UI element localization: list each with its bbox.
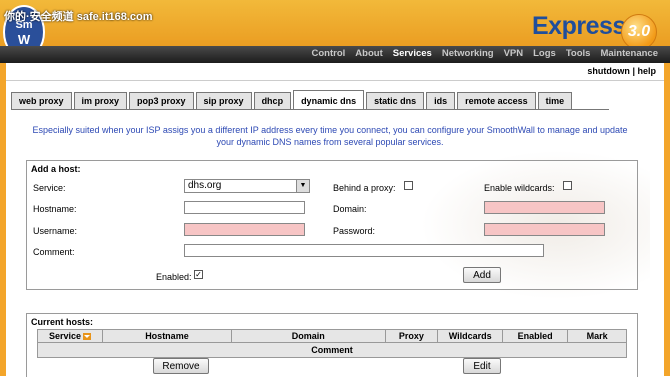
tab-web-proxy[interactable]: web proxy xyxy=(11,92,72,109)
domain-label: Domain: xyxy=(333,204,367,214)
nav-item-vpn[interactable]: VPN xyxy=(504,48,524,59)
sort-icon[interactable] xyxy=(83,333,91,341)
nav-item-networking[interactable]: Networking xyxy=(442,48,494,59)
comment-field[interactable] xyxy=(184,244,544,257)
enabled-checkbox[interactable]: ✓ xyxy=(194,270,203,279)
service-label: Service: xyxy=(33,183,66,193)
intro-line-1: Especially suited when your ISP assigs y… xyxy=(32,125,628,135)
watermark-text: 你的·安全频道 safe.it168.com xyxy=(4,11,153,23)
separator: | xyxy=(632,66,635,76)
tab-divider xyxy=(11,109,609,110)
column-header-service[interactable]: Service xyxy=(37,329,103,343)
nav-item-tools[interactable]: Tools xyxy=(566,48,591,59)
hostname-label: Hostname: xyxy=(33,204,77,214)
hosts-table: Service Hostname Domain Proxy Wildcards Enabl… xyxy=(37,329,627,358)
tab-sip-proxy[interactable]: sip proxy xyxy=(195,92,252,109)
right-border xyxy=(664,63,670,376)
product-name: Express xyxy=(532,12,626,40)
add-host-panel: Add a host: Service: dhs.org ▼ Behind a … xyxy=(26,160,638,290)
column-header-label: Proxy xyxy=(398,331,424,341)
tab-remote-access[interactable]: remote access xyxy=(457,92,536,109)
column-header-mark: Mark xyxy=(567,329,627,343)
domain-field[interactable] xyxy=(484,201,605,214)
column-header-proxy: Proxy xyxy=(384,329,439,343)
table-subheader-row: Comment xyxy=(37,342,627,358)
enable-wildcards-checkbox[interactable] xyxy=(563,181,572,190)
password-label: Password: xyxy=(333,226,376,236)
behind-proxy-checkbox[interactable] xyxy=(404,181,413,190)
column-header-label: Enabled xyxy=(517,331,553,341)
username-field[interactable] xyxy=(184,223,305,236)
intro-line-2: your dynamic DNS names from several popu… xyxy=(216,137,444,147)
chevron-down-icon[interactable]: ▼ xyxy=(296,180,309,192)
service-tabs: web proxy im proxy pop3 proxy sip proxy dhcp… xyxy=(11,90,574,110)
current-hosts-panel: Current hosts: Service Hostname Domain Prox… xyxy=(26,313,638,377)
comment-label: Comment: xyxy=(33,247,75,257)
tab-pop3-proxy[interactable]: pop3 proxy xyxy=(129,92,194,109)
column-header-label: Service xyxy=(48,331,81,341)
nav-item-services[interactable]: Services xyxy=(393,48,432,59)
column-header-label: Mark xyxy=(586,331,608,341)
column-header-label: Wildcards xyxy=(448,331,492,341)
add-button[interactable]: Add xyxy=(463,267,501,283)
tab-im-proxy[interactable]: im proxy xyxy=(73,92,128,109)
hostname-field[interactable] xyxy=(184,201,305,214)
current-hosts-title: Current hosts: xyxy=(31,317,94,327)
table-header-row: Service Hostname Domain Proxy Wildcards Enabl… xyxy=(37,329,627,343)
tab-ids[interactable]: ids xyxy=(426,92,456,109)
nav-item-maintenance[interactable]: Maintenance xyxy=(600,48,658,59)
tab-time[interactable]: time xyxy=(537,92,573,109)
remove-button[interactable]: Remove xyxy=(153,358,209,374)
enable-wildcards-label: Enable wildcards: xyxy=(484,183,555,193)
comment-column-header: Comment xyxy=(37,342,627,358)
tab-static-dns[interactable]: static dns xyxy=(366,92,425,109)
column-header-wildcards: Wildcards xyxy=(437,329,504,343)
nav-item-control[interactable]: Control xyxy=(312,48,346,59)
svg-text:W: W xyxy=(18,32,31,47)
edit-button[interactable]: Edit xyxy=(463,358,501,374)
utility-bar: shutdown | help xyxy=(0,63,670,81)
left-border xyxy=(0,63,6,376)
password-field[interactable] xyxy=(484,223,605,236)
intro-text: Especially suited when your ISP assigs y… xyxy=(24,124,636,148)
column-header-label: Hostname xyxy=(145,331,189,341)
version-badge: 3.0 xyxy=(621,14,657,50)
service-value: dhs.org xyxy=(188,180,222,191)
main-nav: Control About Services Networking VPN Logs Too… xyxy=(0,46,670,63)
tab-dynamic-dns[interactable]: dynamic dns xyxy=(293,90,365,109)
column-header-enabled: Enabled xyxy=(502,329,569,343)
nav-item-logs[interactable]: Logs xyxy=(533,48,556,59)
column-header-hostname: Hostname xyxy=(101,329,232,343)
nav-item-about[interactable]: About xyxy=(355,48,382,59)
service-select[interactable]: dhs.org ▼ xyxy=(184,179,310,193)
tab-dhcp[interactable]: dhcp xyxy=(253,92,292,109)
enabled-label: Enabled: xyxy=(156,272,192,282)
add-host-title: Add a host: xyxy=(31,164,81,174)
column-header-domain: Domain xyxy=(230,329,386,343)
behind-proxy-label: Behind a proxy: xyxy=(333,183,396,193)
column-header-label: Domain xyxy=(291,331,325,341)
help-link[interactable]: help xyxy=(637,66,656,76)
shutdown-link[interactable]: shutdown xyxy=(587,66,630,76)
username-label: Username: xyxy=(33,226,78,236)
